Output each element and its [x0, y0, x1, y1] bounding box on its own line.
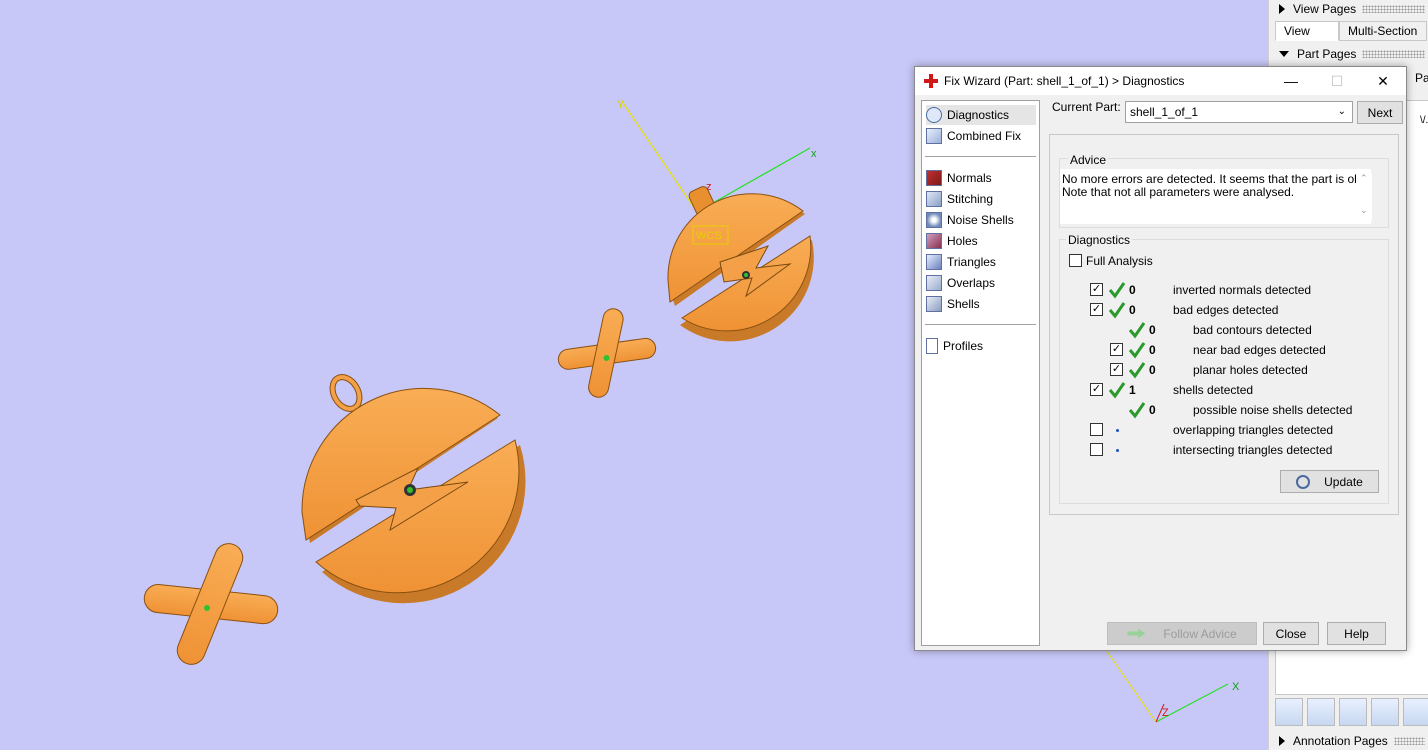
y-axis-label: Y — [617, 99, 625, 111]
not-analysed-dot — [1116, 449, 1119, 452]
diag-checkbox-overlapping-triangles[interactable] — [1090, 423, 1103, 436]
scroll-up-icon: ⌃ — [1360, 173, 1368, 183]
full-analysis-checkbox[interactable] — [1069, 254, 1082, 267]
full-analysis-label: Full Analysis — [1086, 254, 1153, 268]
fix-wizard-dialog: Fix Wizard (Part: shell_1_of_1) > Diagno… — [914, 66, 1407, 651]
diag-checkbox-bad-edges[interactable]: ✓ — [1090, 303, 1103, 316]
arrow-right-icon — [1127, 628, 1146, 639]
holes-icon — [926, 233, 942, 249]
ok-check-icon — [1108, 382, 1126, 399]
tab-multi-section[interactable]: Multi-Section — [1339, 21, 1427, 41]
triangles-icon — [926, 254, 942, 270]
wizard-nav: Diagnostics Combined Fix Normals Stitchi… — [921, 100, 1040, 646]
expand-arrow-icon — [1279, 51, 1289, 57]
diag-label-intersecting-triangles: intersecting triangles detected — [1173, 443, 1333, 457]
small-cross-part[interactable] — [552, 301, 662, 405]
corner-axes: Z X — [1105, 649, 1240, 723]
ok-check-icon — [1108, 282, 1126, 299]
diag-label-bad-edges: bad edges detected — [1173, 303, 1279, 317]
x-axis-label: x — [811, 148, 817, 160]
wcs-label: WCS — [696, 230, 722, 242]
advice-text: No more errors are detected. It seems th… — [1060, 169, 1371, 224]
ok-check-icon — [1128, 322, 1146, 339]
nav-noise-shells[interactable]: Noise Shells — [926, 210, 1036, 230]
advice-scrollbar[interactable]: ⌃ ⌄ — [1356, 173, 1372, 221]
annotation-pages-header[interactable]: Annotation Pages — [1269, 732, 1428, 750]
chevron-down-icon: ⌄ — [1337, 106, 1346, 117]
part-pages-header[interactable]: Part Pages — [1269, 45, 1428, 63]
ok-check-icon — [1108, 302, 1126, 319]
close-window-button[interactable]: ✕ — [1360, 67, 1406, 95]
select-parts-icon[interactable] — [1275, 698, 1303, 726]
nav-overlaps[interactable]: Overlaps — [926, 273, 1036, 293]
nav-shells[interactable]: Shells — [926, 294, 1036, 314]
not-analysed-dot — [1116, 429, 1119, 432]
diag-label-shells: shells detected — [1173, 383, 1254, 397]
diag-checkbox-inverted-normals[interactable]: ✓ — [1090, 283, 1103, 296]
update-button[interactable]: Update — [1280, 470, 1379, 493]
show-parts-icon[interactable] — [1339, 698, 1367, 726]
ok-check-icon — [1128, 342, 1146, 359]
close-button[interactable]: Close — [1263, 622, 1319, 645]
small-pendant[interactable]: WCS — [667, 185, 814, 342]
scroll-down-icon: ⌄ — [1360, 205, 1368, 215]
help-button[interactable]: Help — [1327, 622, 1386, 645]
nav-combined-fix[interactable]: Combined Fix — [926, 126, 1036, 146]
diag-checkbox-shells[interactable]: ✓ — [1090, 383, 1103, 396]
dialog-title-bar[interactable]: Fix Wizard (Part: shell_1_of_1) > Diagno… — [915, 67, 1406, 95]
advice-heading: Advice — [1068, 153, 1109, 167]
diag-checkbox-near-bad-edges[interactable]: ✓ — [1110, 343, 1123, 356]
tab-view[interactable]: View — [1275, 21, 1339, 41]
follow-advice-button[interactable]: Follow Advice — [1107, 622, 1257, 645]
next-button[interactable]: Next — [1357, 101, 1403, 124]
magnifier-icon — [1296, 474, 1311, 489]
diag-checkbox-intersecting-triangles[interactable] — [1090, 443, 1103, 456]
part-tab-partial[interactable]: Par — [1415, 71, 1428, 85]
nav-normals[interactable]: Normals — [926, 168, 1036, 188]
normals-icon — [926, 170, 942, 186]
ok-check-icon — [1128, 402, 1146, 419]
diag-checkbox-planar-holes[interactable]: ✓ — [1110, 363, 1123, 376]
nav-profiles[interactable]: Profiles — [926, 336, 1036, 356]
nav-holes[interactable]: Holes — [926, 231, 1036, 251]
collapse-arrow-icon — [1279, 736, 1285, 746]
diagnostics-panel: Advice No more errors are detected. It s… — [1049, 134, 1399, 515]
current-part-select[interactable]: shell_1_of_1 ⌄ — [1125, 101, 1353, 123]
noise-shells-icon — [926, 212, 942, 228]
more-icon[interactable] — [1403, 698, 1428, 726]
list-partial-text: \/... — [1420, 115, 1428, 126]
nav-diagnostics[interactable]: Diagnostics — [926, 105, 1036, 125]
wcs-axes: Y x z — [617, 99, 817, 213]
diag-label-noise-shells: possible noise shells detected — [1193, 403, 1353, 417]
maximize-button[interactable]: ☐ — [1314, 67, 1360, 95]
diag-label-bad-contours: bad contours detected — [1193, 323, 1312, 337]
cube-icon — [926, 128, 942, 144]
large-cross-part[interactable] — [143, 539, 279, 668]
dialog-title: Fix Wizard (Part: shell_1_of_1) > Diagno… — [944, 74, 1185, 88]
large-pendant[interactable] — [301, 372, 526, 604]
shells-icon — [926, 296, 942, 312]
diag-label-inverted-normals: inverted normals detected — [1173, 283, 1312, 297]
minimize-button[interactable]: — — [1268, 67, 1314, 95]
red-cross-icon — [924, 74, 938, 88]
diag-label-near-bad-edges: near bad edges detected — [1193, 343, 1326, 357]
ok-check-icon — [1128, 362, 1146, 379]
collapse-arrow-icon — [1279, 4, 1285, 14]
part-toolbar — [1275, 698, 1428, 726]
stitching-icon — [926, 191, 942, 207]
nav-stitching[interactable]: Stitching — [926, 189, 1036, 209]
corner-z-label: Z — [1162, 707, 1169, 719]
diag-label-planar-holes: planar holes detected — [1193, 363, 1308, 377]
diag-label-overlapping-triangles: overlapping triangles detected — [1173, 423, 1334, 437]
nav-triangles[interactable]: Triangles — [926, 252, 1036, 272]
overlaps-icon — [926, 275, 942, 291]
current-part-label: Current Part: — [1052, 100, 1121, 114]
magnifier-icon — [926, 107, 942, 123]
corner-x-label: X — [1232, 681, 1240, 693]
view-pages-header[interactable]: View Pages — [1269, 0, 1428, 18]
hide-parts-icon[interactable] — [1371, 698, 1399, 726]
diagnostics-heading: Diagnostics — [1066, 233, 1133, 247]
invert-selection-icon[interactable] — [1307, 698, 1335, 726]
document-icon — [926, 338, 938, 354]
